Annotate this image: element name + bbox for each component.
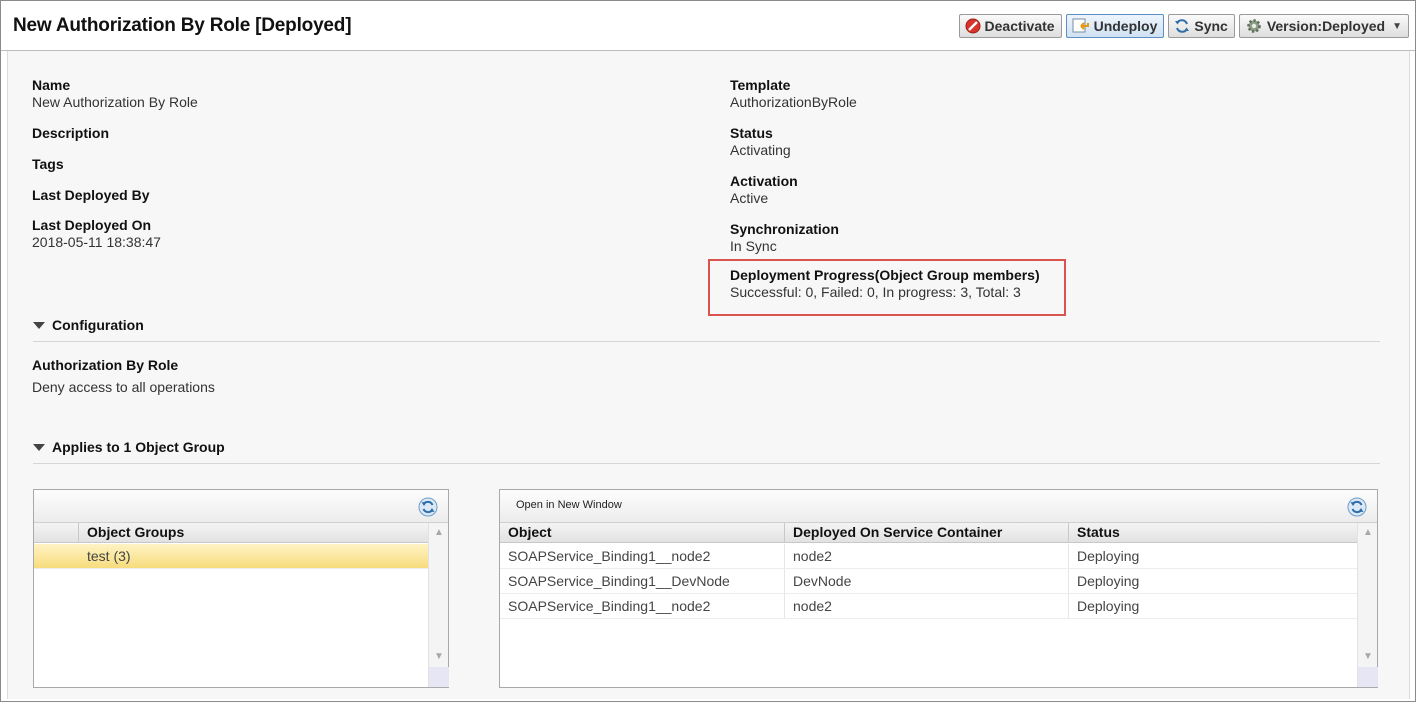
object-groups-column-header[interactable]: Object Groups (79, 523, 428, 543)
service-container-cell: node2 (785, 594, 1069, 618)
status-value: Activating (730, 142, 791, 158)
template-value: AuthorizationByRole (730, 94, 857, 110)
tags-field: Tags (32, 156, 64, 172)
object-groups-table-header: Object Groups (34, 523, 428, 543)
refresh-icon[interactable] (1347, 497, 1367, 517)
object-groups-toolbar (34, 490, 448, 523)
name-value: New Authorization By Role (32, 94, 198, 110)
template-field: Template AuthorizationByRole (730, 77, 857, 110)
open-in-new-window-button[interactable]: Open in New Window (516, 499, 622, 511)
scroll-up-icon[interactable]: ▲ (1358, 525, 1378, 541)
objects-toolbar: Open in New Window (500, 490, 1377, 523)
service-container-column-header[interactable]: Deployed On Service Container (785, 523, 1069, 543)
collapse-triangle-icon (33, 444, 45, 451)
policy-config-label: Authorization By Role (32, 357, 179, 373)
service-container-cell: node2 (785, 544, 1069, 568)
tags-label: Tags (32, 156, 64, 172)
service-container-cell: DevNode (785, 569, 1069, 593)
object-cell: SOAPService_Binding1__node2 (500, 544, 785, 568)
applies-to-section-title: Applies to 1 Object Group (52, 439, 225, 455)
undeploy-label: Undeploy (1093, 18, 1158, 34)
last-deployed-by-field: Last Deployed By (32, 187, 149, 203)
description-label: Description (32, 125, 110, 141)
objects-panel: Open in New Window Object Deployed On Se… (499, 489, 1378, 688)
status-field: Status Activating (730, 125, 791, 158)
sync-button[interactable]: Sync (1168, 14, 1235, 38)
sync-label: Sync (1194, 18, 1228, 34)
configuration-section-title: Configuration (52, 317, 144, 333)
applies-to-section-header[interactable]: Applies to 1 Object Group (33, 438, 1380, 464)
deactivate-label: Deactivate (984, 18, 1055, 34)
policy-config-value: Deny access to all operations (32, 379, 215, 395)
version-dropdown[interactable]: Version:Deployed ▼ (1238, 14, 1409, 38)
status-cell: Deploying (1077, 573, 1140, 589)
objects-table-header: Object Deployed On Service Container Sta… (500, 523, 1357, 543)
scroll-down-icon[interactable]: ▼ (1358, 649, 1378, 665)
status-cell: Deploying (1077, 548, 1140, 564)
dropdown-arrow-icon: ▼ (1392, 20, 1402, 32)
policy-details-panel: Name New Authorization By Role Descripti… (7, 51, 1410, 699)
object-groups-table-body: test (3) (34, 544, 428, 569)
deactivate-icon (965, 18, 981, 34)
activation-label: Activation (730, 173, 798, 189)
synchronization-value: In Sync (730, 238, 777, 254)
table-row[interactable]: SOAPService_Binding1__DevNode DevNode De… (500, 569, 1357, 594)
page-title: New Authorization By Role [Deployed] (13, 15, 352, 36)
synchronization-label: Synchronization (730, 221, 839, 237)
template-label: Template (730, 77, 791, 93)
undeploy-button[interactable]: Undeploy (1065, 14, 1165, 38)
status-column-header[interactable]: Status (1069, 523, 1357, 543)
activation-value: Active (730, 190, 769, 206)
status-cell: Deploying (1077, 598, 1140, 614)
version-label: Version:Deployed (1266, 18, 1386, 34)
status-label: Status (730, 125, 773, 141)
configuration-section-header[interactable]: Configuration (33, 316, 1380, 342)
object-groups-panel: Object Groups test (3) ▲ ▼ (33, 489, 449, 688)
last-deployed-by-label: Last Deployed By (32, 187, 150, 203)
name-label: Name (32, 77, 71, 93)
activation-field: Activation Active (730, 173, 798, 206)
undeploy-icon (1072, 18, 1090, 34)
last-deployed-on-value: 2018-05-11 18:38:47 (32, 234, 161, 250)
scroll-down-icon[interactable]: ▼ (429, 649, 449, 665)
refresh-icon[interactable] (418, 497, 438, 517)
object-cell: SOAPService_Binding1__node2 (500, 594, 785, 618)
scroll-up-icon[interactable]: ▲ (429, 525, 449, 541)
deactivate-button[interactable]: Deactivate (958, 14, 1062, 38)
objects-table-body: SOAPService_Binding1__node2 node2 Deploy… (500, 544, 1357, 619)
page-header: New Authorization By Role [Deployed] Dea… (1, 1, 1415, 51)
gear-icon (1245, 17, 1263, 35)
last-deployed-on-field: Last Deployed On 2018-05-11 18:38:47 (32, 217, 161, 250)
name-field: Name New Authorization By Role (32, 77, 198, 110)
collapse-triangle-icon (33, 322, 45, 329)
sync-icon (1174, 18, 1190, 34)
table-row[interactable]: SOAPService_Binding1__node2 node2 Deploy… (500, 544, 1357, 569)
table-row[interactable]: SOAPService_Binding1__node2 node2 Deploy… (500, 594, 1357, 619)
object-groups-scrollbar[interactable]: ▲ ▼ (428, 523, 449, 687)
object-column-header[interactable]: Object (500, 523, 785, 543)
objects-scrollbar[interactable]: ▲ ▼ (1357, 523, 1378, 687)
object-group-name: test (3) (87, 548, 131, 564)
last-deployed-on-label: Last Deployed On (32, 217, 152, 233)
table-row[interactable]: test (3) (34, 544, 428, 569)
object-cell: SOAPService_Binding1__DevNode (500, 569, 785, 593)
highlight-annotation-box (708, 259, 1066, 316)
policy-config-field: Authorization By Role Deny access to all… (32, 357, 215, 395)
description-field: Description (32, 125, 109, 141)
row-selector-header (34, 523, 79, 543)
synchronization-field: Synchronization In Sync (730, 221, 839, 254)
action-toolbar: Deactivate Undeploy Sync Version:Deploye… (958, 14, 1409, 38)
